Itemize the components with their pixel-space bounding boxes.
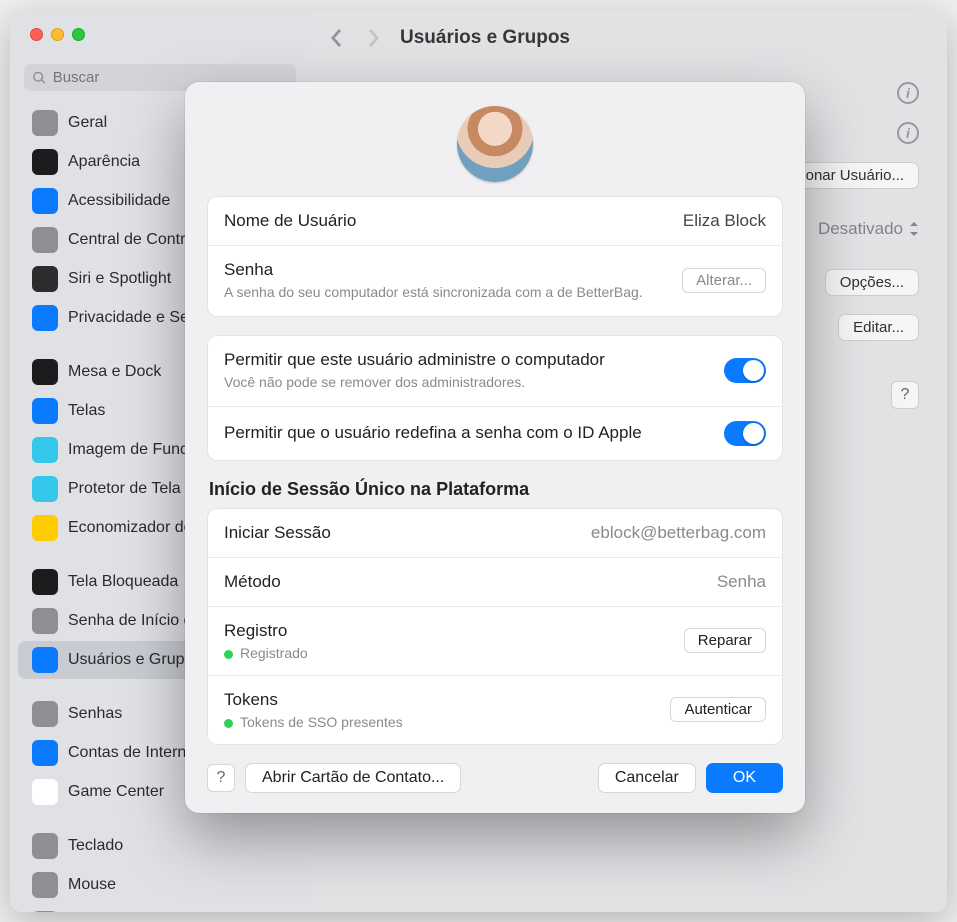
help-button[interactable]: ? (207, 764, 235, 792)
repair-button[interactable]: Reparar (684, 628, 766, 653)
sidebar-item-label: Usuários e Grupos (68, 651, 201, 669)
info-icon[interactable]: i (897, 122, 919, 144)
zoom-window-button[interactable] (72, 28, 85, 41)
close-window-button[interactable] (30, 28, 43, 41)
sidebar-item-icon (32, 476, 58, 502)
sidebar-item-label: Protetor de Tela (68, 480, 181, 498)
open-contact-card-button[interactable]: Abrir Cartão de Contato... (245, 763, 461, 793)
password-subtext: A senha do seu computador está sincroniz… (224, 283, 643, 302)
sidebar-item-icon (32, 437, 58, 463)
options-button[interactable]: Opções... (825, 269, 919, 296)
signin-value: eblock@betterbag.com (591, 523, 766, 543)
sidebar-item-label: Senhas (68, 705, 122, 723)
sidebar-item-icon (32, 608, 58, 634)
forward-button[interactable] (366, 26, 382, 50)
user-avatar[interactable] (457, 106, 533, 182)
reset-appleid-label: Permitir que o usuário redefina a senha … (224, 423, 712, 443)
sidebar-item-icon (32, 779, 58, 805)
admin-subtext: Você não pode se remover dos administrad… (224, 373, 712, 392)
sidebar-item-icon (32, 833, 58, 859)
sidebar-item-icon (32, 701, 58, 727)
edit-button[interactable]: Editar... (838, 314, 919, 341)
cancel-button[interactable]: Cancelar (598, 763, 696, 793)
sidebar-item[interactable]: Impressoras e Scanners (18, 905, 302, 912)
registry-status: Registrado (240, 645, 308, 661)
sidebar-item[interactable]: Mouse (18, 866, 302, 904)
status-dot-icon (224, 650, 233, 659)
user-detail-sheet: Nome de Usuário Eliza Block Senha A senh… (185, 82, 805, 813)
page-title: Usuários e Grupos (400, 27, 570, 49)
admin-toggle[interactable] (724, 358, 766, 383)
help-button[interactable]: ? (891, 381, 919, 409)
sso-section-title: Início de Sessão Único na Plataforma (209, 479, 781, 500)
autologin-select[interactable]: Desativado (818, 219, 919, 239)
permissions-group: Permitir que este usuário administre o c… (207, 335, 783, 461)
sidebar-item-icon (32, 110, 58, 136)
sidebar-item-label: Geral (68, 114, 107, 132)
sidebar-item-icon (32, 359, 58, 385)
authenticate-button[interactable]: Autenticar (670, 697, 766, 722)
sidebar-item-label: Imagem de Fundo (68, 441, 198, 459)
ok-button[interactable]: OK (706, 763, 783, 793)
sidebar-item[interactable]: Teclado (18, 827, 302, 865)
search-icon (32, 70, 47, 86)
sidebar-item-icon (32, 266, 58, 292)
sso-group: Iniciar Sessão eblock@betterbag.com Méto… (207, 508, 783, 745)
method-value: Senha (717, 572, 766, 592)
sidebar-item-label: Game Center (68, 783, 164, 801)
sidebar-item-icon (32, 305, 58, 331)
sidebar-item-label: Mouse (68, 876, 116, 894)
sidebar-item-label: Mesa e Dock (68, 363, 161, 381)
signin-label: Iniciar Sessão (224, 523, 331, 543)
sidebar-item-icon (32, 149, 58, 175)
change-password-button[interactable]: Alterar... (682, 268, 766, 293)
system-settings-window: GeralAparênciaAcessibilidadeCentral de C… (10, 10, 947, 912)
sidebar-item-icon (32, 227, 58, 253)
reset-appleid-toggle[interactable] (724, 421, 766, 446)
sidebar-item-label: Aparência (68, 153, 140, 171)
toolbar: Usuários e Grupos (310, 10, 947, 66)
username-label: Nome de Usuário (224, 211, 356, 231)
method-label: Método (224, 572, 281, 592)
identity-group: Nome de Usuário Eliza Block Senha A senh… (207, 196, 783, 317)
sidebar-item-label: Contas de Internet (68, 744, 200, 762)
sheet-footer: ? Abrir Cartão de Contato... Cancelar OK (207, 763, 783, 793)
sidebar-item-icon (32, 740, 58, 766)
tokens-status: Tokens de SSO presentes (240, 714, 403, 730)
minimize-window-button[interactable] (51, 28, 64, 41)
sidebar-item-label: Teclado (68, 837, 123, 855)
sidebar-item-label: Tela Bloqueada (68, 573, 178, 591)
tokens-label: Tokens (224, 690, 403, 710)
info-icon[interactable]: i (897, 82, 919, 104)
sidebar-item-icon (32, 647, 58, 673)
sidebar-item-label: Siri e Spotlight (68, 270, 171, 288)
sidebar-item-icon (32, 398, 58, 424)
chevron-updown-icon (909, 222, 919, 236)
admin-label: Permitir que este usuário administre o c… (224, 350, 712, 370)
registry-label: Registro (224, 621, 308, 641)
back-button[interactable] (328, 26, 344, 50)
password-label: Senha (224, 260, 643, 280)
sidebar-item-label: Acessibilidade (68, 192, 170, 210)
sidebar-item-icon (32, 515, 58, 541)
sidebar-item-icon (32, 911, 58, 912)
window-controls (30, 28, 85, 41)
username-value: Eliza Block (683, 211, 766, 231)
sidebar-item-label: Telas (68, 402, 105, 420)
sidebar-item-icon (32, 188, 58, 214)
sidebar-item-icon (32, 872, 58, 898)
status-dot-icon (224, 719, 233, 728)
sidebar-item-icon (32, 569, 58, 595)
